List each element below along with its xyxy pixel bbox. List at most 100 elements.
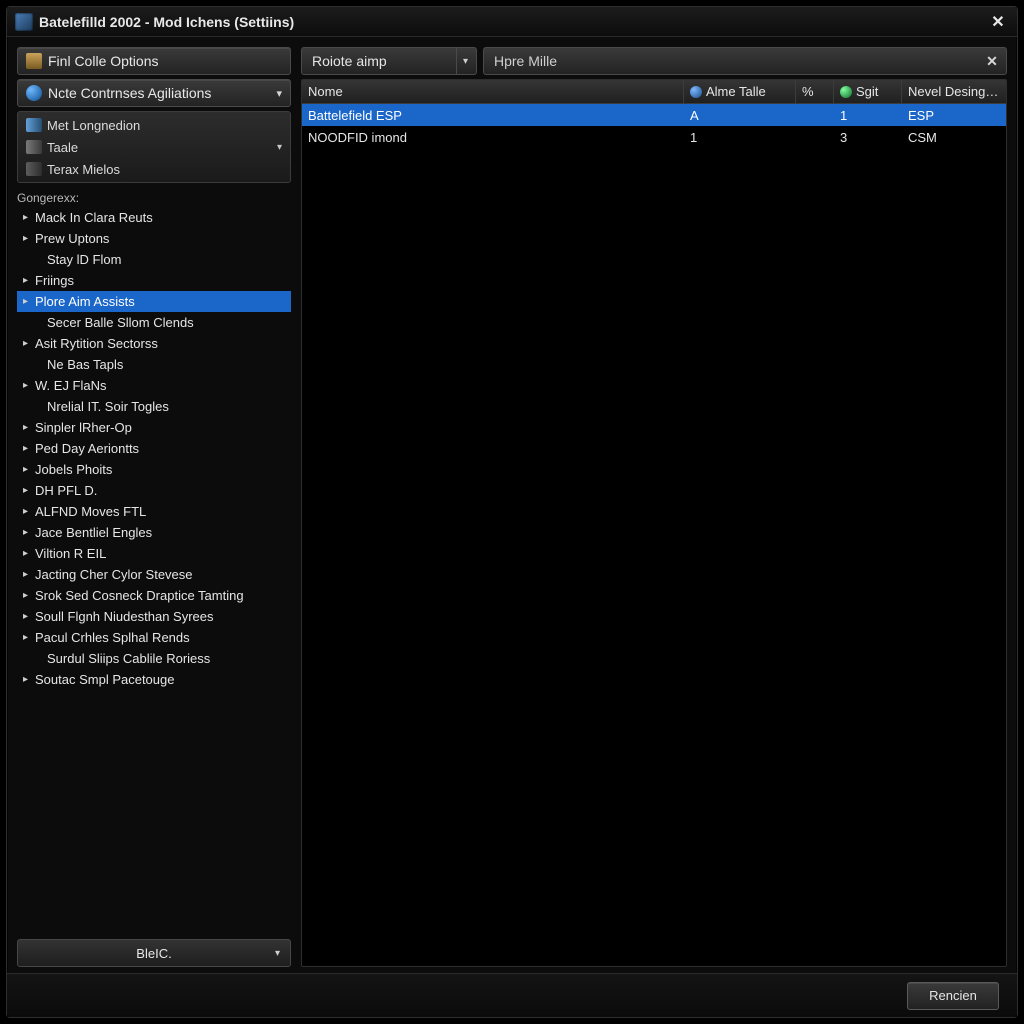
search-input[interactable]: Hpre Mille ✕ [483, 47, 1007, 75]
cell-nevel: ESP [902, 108, 1006, 123]
tree-item[interactable]: ▸Plore Aim Assists [17, 291, 291, 312]
table-row[interactable]: Battelefield ESPA1ESP [302, 104, 1006, 126]
expand-arrow-icon: ▸ [23, 485, 35, 496]
tree-item[interactable]: ▸W. EJ FlaNs [17, 375, 291, 396]
cell-name: Battelefield ESP [302, 108, 684, 123]
tree-item-label: Plore Aim Assists [35, 294, 135, 309]
primary-button[interactable]: Rencien [907, 982, 999, 1010]
nav-row-1[interactable]: Taale▾ [18, 136, 290, 158]
tree-item[interactable]: ▸Sinpler lRher-Op [17, 417, 291, 438]
tree-item[interactable]: ▸Friings [17, 270, 291, 291]
find-options-button[interactable]: Finl Colle Options [17, 47, 291, 75]
cell-sgit: 1 [834, 108, 902, 123]
window-title: Batelefilld 2002 - Mod Ichens (Settiins) [39, 14, 294, 30]
tree-item-label: Srok Sed Cosneck Draptice Tamting [35, 588, 244, 603]
tree-item-label: DH PFL D. [35, 483, 97, 498]
tree-item-label: Sinpler lRher-Op [35, 420, 132, 435]
expand-arrow-icon: ▸ [23, 296, 35, 307]
col-nevel[interactable]: Nevel Desing… [902, 80, 1006, 103]
tree-item[interactable]: ▸Srok Sed Cosneck Draptice Tamting [17, 585, 291, 606]
tree-item[interactable]: ▸Secer Balle Sllom Clends [17, 312, 291, 333]
tree-item-label: Mack In Clara Reuts [35, 210, 153, 225]
tree-item[interactable]: ▸Nrelial IT. Soir Togles [17, 396, 291, 417]
search-placeholder: Hpre Mille [494, 53, 557, 69]
tree-item-label: Ped Day Aeriontts [35, 441, 139, 456]
tree-item-label: Jobels Phoits [35, 462, 112, 477]
expand-arrow-icon: ▸ [23, 632, 35, 643]
clear-search-button[interactable]: ✕ [982, 51, 1002, 71]
tree-item[interactable]: ▸Ne Bas Tapls [17, 354, 291, 375]
tree-item[interactable]: ▸Jace Bentliel Engles [17, 522, 291, 543]
nav-row-2[interactable]: Terax Mielos [18, 158, 290, 180]
note-controls-dropdown[interactable]: Ncte Contrnses Agiliations ▾ [17, 79, 291, 107]
tree-item-label: Pacul Crhles Splhal Rends [35, 630, 190, 645]
expand-arrow-icon: ▸ [23, 506, 35, 517]
col-alme[interactable]: Alme Talle [684, 80, 796, 103]
tree-item-label: ALFND Moves FTL [35, 504, 146, 519]
primary-button-label: Rencien [929, 988, 977, 1003]
nav-icon [26, 118, 42, 132]
tree-item[interactable]: ▸Viltion R EIL [17, 543, 291, 564]
cell-alme: 1 [684, 130, 796, 145]
left-footer-dropdown[interactable]: BleIC. ▾ [17, 939, 291, 967]
tree-item[interactable]: ▸Surdul Sliips Cablile Roriess [17, 648, 291, 669]
tree-item[interactable]: ▸Soull Flgnh Niudesthan Syrees [17, 606, 291, 627]
mode-combo-label: Roiote aimp [312, 53, 387, 69]
expand-arrow-icon: ▸ [23, 590, 35, 601]
tree-item-label: Viltion R EIL [35, 546, 106, 561]
nav-label: Taale [47, 140, 78, 155]
tree-item[interactable]: ▸Ped Day Aeriontts [17, 438, 291, 459]
tree-item[interactable]: ▸Pacul Crhles Splhal Rends [17, 627, 291, 648]
tree-item-label: Asit Rytition Sectorss [35, 336, 158, 351]
expand-arrow-icon: ▸ [23, 380, 35, 391]
nav-label: Terax Mielos [47, 162, 120, 177]
tree-item[interactable]: ▸Jobels Phoits [17, 459, 291, 480]
tree-item[interactable]: ▸DH PFL D. [17, 480, 291, 501]
col-pct[interactable]: % [796, 80, 834, 103]
right-toolbar: Roiote aimp ▾ Hpre Mille ✕ [301, 47, 1007, 75]
expand-arrow-icon: ▸ [23, 233, 35, 244]
tree-item-label: Soutac Smpl Pacetouge [35, 672, 174, 687]
expand-arrow-icon: ▸ [23, 548, 35, 559]
mode-combo[interactable]: Roiote aimp ▾ [301, 47, 477, 75]
nav-label: Met Longnedion [47, 118, 140, 133]
expand-arrow-icon: ▸ [23, 338, 35, 349]
tree-item-label: Prew Uptons [35, 231, 109, 246]
col-sgit[interactable]: Sgit [834, 80, 902, 103]
tree-item-label: Nrelial IT. Soir Togles [47, 399, 169, 414]
right-panel: Roiote aimp ▾ Hpre Mille ✕ Nome Alme Tal… [301, 47, 1007, 967]
chevron-down-icon: ▾ [456, 48, 468, 74]
footer: Rencien [7, 973, 1017, 1017]
globe-icon [26, 85, 42, 101]
tree-item[interactable]: ▸Mack In Clara Reuts [17, 207, 291, 228]
expand-arrow-icon: ▸ [23, 464, 35, 475]
tree-item[interactable]: ▸ALFND Moves FTL [17, 501, 291, 522]
col-name[interactable]: Nome [302, 80, 684, 103]
col-nevel-label: Nevel Desing… [908, 84, 998, 99]
chevron-down-icon: ▾ [275, 948, 280, 959]
expand-arrow-icon: ▸ [23, 611, 35, 622]
tree-item[interactable]: ▸Soutac Smpl Pacetouge [17, 669, 291, 690]
nav-icon [26, 140, 42, 154]
tree-item-label: Jacting Cher Cylor Stevese [35, 567, 193, 582]
tree-panel: Gongerexx: ▸Mack In Clara Reuts▸Prew Upt… [17, 189, 291, 929]
cell-sgit: 3 [834, 130, 902, 145]
expand-arrow-icon: ▸ [23, 443, 35, 454]
table-row[interactable]: NOODFID imond13CSM [302, 126, 1006, 148]
tree-item-label: Friings [35, 273, 74, 288]
nav-row-0[interactable]: Met Longnedion [18, 114, 290, 136]
tree-item-label: Soull Flgnh Niudesthan Syrees [35, 609, 214, 624]
tree-item[interactable]: ▸Jacting Cher Cylor Stevese [17, 564, 291, 585]
tree-item-label: Jace Bentliel Engles [35, 525, 152, 540]
chevron-down-icon: ▾ [276, 87, 282, 100]
window-close-button[interactable]: ✕ [987, 12, 1009, 32]
tree-item[interactable]: ▸Prew Uptons [17, 228, 291, 249]
expand-arrow-icon: ▸ [23, 422, 35, 433]
left-panel: Finl Colle Options Ncte Contrnses Agilia… [17, 47, 291, 967]
body: Finl Colle Options Ncte Contrnses Agilia… [7, 37, 1017, 973]
tree-item[interactable]: ▸Asit Rytition Sectorss [17, 333, 291, 354]
expand-arrow-icon: ▸ [23, 527, 35, 538]
col-pct-label: % [802, 84, 814, 99]
tree-item-label: Surdul Sliips Cablile Roriess [47, 651, 210, 666]
tree-item[interactable]: ▸Stay lD Flom [17, 249, 291, 270]
